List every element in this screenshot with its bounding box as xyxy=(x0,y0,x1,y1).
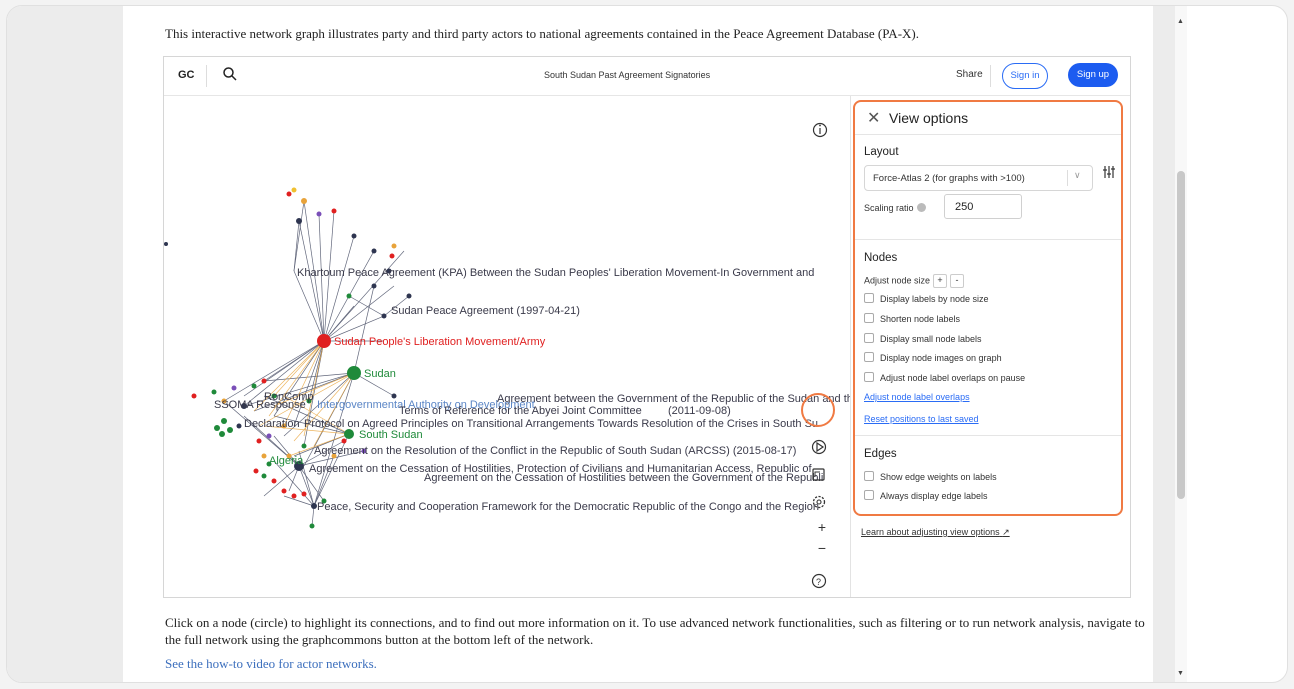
checkbox-overlaps-on-pause[interactable]: Adjust node label overlaps on pause xyxy=(864,372,1025,383)
zoom-out-button[interactable]: − xyxy=(807,540,837,556)
checkbox-icon[interactable] xyxy=(864,352,874,362)
divider xyxy=(855,134,1121,135)
checkbox-small-labels[interactable]: Display small node labels xyxy=(864,333,982,344)
browser-frame: ▲ ▼ This interactive network graph illus… xyxy=(6,5,1288,683)
zoom-in-button[interactable]: + xyxy=(807,519,837,535)
help-icon[interactable]: ? xyxy=(811,573,827,589)
node-size-decrease-button[interactable]: - xyxy=(950,274,965,288)
scroll-up-arrow-icon[interactable]: ▲ xyxy=(1177,18,1184,25)
edges-heading: Edges xyxy=(864,448,897,460)
search-icon[interactable] xyxy=(222,66,238,82)
node-label-abyei: Terms of Reference for the Abyei Joint C… xyxy=(399,405,642,417)
graph-edges xyxy=(223,200,410,527)
article-page: This interactive network graph illustrat… xyxy=(123,6,1153,682)
checkbox-shorten-labels[interactable]: Shorten node labels xyxy=(864,313,960,324)
sign-up-button[interactable]: Sign up xyxy=(1068,63,1118,87)
sign-in-button[interactable]: Sign in xyxy=(1002,63,1048,89)
layout-select[interactable]: Force-Atlas 2 (for graphs with >100) ∨ xyxy=(864,165,1093,191)
checkbox-edge-labels[interactable]: Always display edge labels xyxy=(864,490,988,501)
play-icon[interactable] xyxy=(811,439,827,455)
layout-select-value: Force-Atlas 2 (for graphs with >100) xyxy=(873,173,1025,184)
graph-nodes xyxy=(164,187,412,529)
node-label-gov-republic: Agreement between the Government of the … xyxy=(497,393,850,405)
panel-title: View options xyxy=(889,110,969,126)
info-icon[interactable] xyxy=(812,122,828,138)
scrollbar-thumb[interactable] xyxy=(1177,171,1185,499)
checkbox-icon[interactable] xyxy=(864,333,874,343)
adjust-overlaps-link[interactable]: Adjust node label overlaps xyxy=(864,392,970,402)
info-icon[interactable] xyxy=(916,203,926,212)
node-label-abyei-date: (2011-09-08) xyxy=(668,405,731,417)
checkbox-icon[interactable] xyxy=(864,313,874,323)
reset-positions-link[interactable]: Reset positions to last saved xyxy=(864,414,979,424)
instructions-text: Click on a node (circle) to highlight it… xyxy=(165,615,1145,647)
node-label-sudan-peace: Sudan Peace Agreement (1997-04-21) xyxy=(391,305,580,317)
close-icon[interactable]: ✕ xyxy=(867,108,880,128)
node-label-splm: Sudan People's Liberation Movement/Army xyxy=(334,336,546,348)
scaling-ratio-input[interactable]: 250 xyxy=(944,194,1022,219)
node-size-increase-button[interactable]: + xyxy=(933,274,948,288)
adjust-node-size: Adjust node size + - xyxy=(864,274,965,288)
checkbox-node-images[interactable]: Display node images on graph xyxy=(864,352,1002,363)
node-label-algeria: Algeria xyxy=(269,455,304,467)
play-highlight-ring xyxy=(801,393,835,427)
divider xyxy=(206,65,207,87)
graphcommons-logo[interactable]: GC xyxy=(178,69,195,81)
node-label-sudan: Sudan xyxy=(364,368,396,380)
share-button[interactable]: Share xyxy=(956,69,983,80)
node-label-south-sudan: South Sudan xyxy=(359,429,423,441)
right-gutter xyxy=(1153,6,1175,682)
layout-heading: Layout xyxy=(864,146,899,158)
external-link-icon: ↗ xyxy=(1002,527,1010,537)
panel-highlight-box: ✕ View options Layout Force-Atlas 2 (for… xyxy=(853,100,1123,516)
view-options-panel: ✕ View options Layout Force-Atlas 2 (for… xyxy=(850,96,1130,597)
graph-tools: ? xyxy=(811,122,828,589)
node-label-roncomp: RonComp xyxy=(264,391,314,403)
checkbox-icon[interactable] xyxy=(864,293,874,303)
node-label-arcss: Agreement on the Resolution of the Confl… xyxy=(314,445,796,457)
divider xyxy=(990,65,991,87)
divider xyxy=(855,239,1121,240)
network-embed: GC South Sudan Past Agreement Signatorie… xyxy=(163,56,1131,598)
learn-view-options-link[interactable]: Learn about adjusting view options ↗ xyxy=(861,527,1010,538)
checkbox-edge-weights[interactable]: Show edge weights on labels xyxy=(864,471,997,482)
how-to-video-link[interactable]: See the how-to video for actor networks. xyxy=(165,656,377,672)
intro-text: This interactive network graph illustrat… xyxy=(165,26,919,41)
checkbox-icon[interactable] xyxy=(864,471,874,481)
graph-title: South Sudan Past Agreement Signatories xyxy=(544,70,711,80)
chevron-down-icon: ∨ xyxy=(1074,170,1081,180)
node-label-declaration: Declaration xyxy=(244,418,300,430)
layout-settings-icon[interactable] xyxy=(1102,165,1116,179)
svg-text:?: ? xyxy=(816,577,821,587)
node-label-khartoum: Khartoum Peace Agreement (KPA) Between t… xyxy=(297,267,814,279)
checkbox-icon[interactable] xyxy=(864,372,874,382)
divider xyxy=(855,435,1121,436)
checkbox-icon[interactable] xyxy=(864,490,874,500)
embed-toolbar: GC South Sudan Past Agreement Signatorie… xyxy=(164,57,1130,96)
left-gutter xyxy=(7,6,123,682)
node-label-psc: Peace, Security and Cooperation Framewor… xyxy=(317,501,819,513)
divider xyxy=(1067,170,1068,186)
nodes-heading: Nodes xyxy=(864,252,898,264)
scaling-ratio-label: Scaling ratio xyxy=(864,203,926,213)
network-graph-canvas[interactable]: Khartoum Peace Agreement (KPA) Between t… xyxy=(164,96,850,596)
node-label-cessation-b: Agreement on the Cessation of Hostilitie… xyxy=(424,472,823,484)
checkbox-labels-by-size[interactable]: Display labels by node size xyxy=(864,293,989,304)
scroll-down-arrow-icon[interactable]: ▼ xyxy=(1177,670,1184,677)
